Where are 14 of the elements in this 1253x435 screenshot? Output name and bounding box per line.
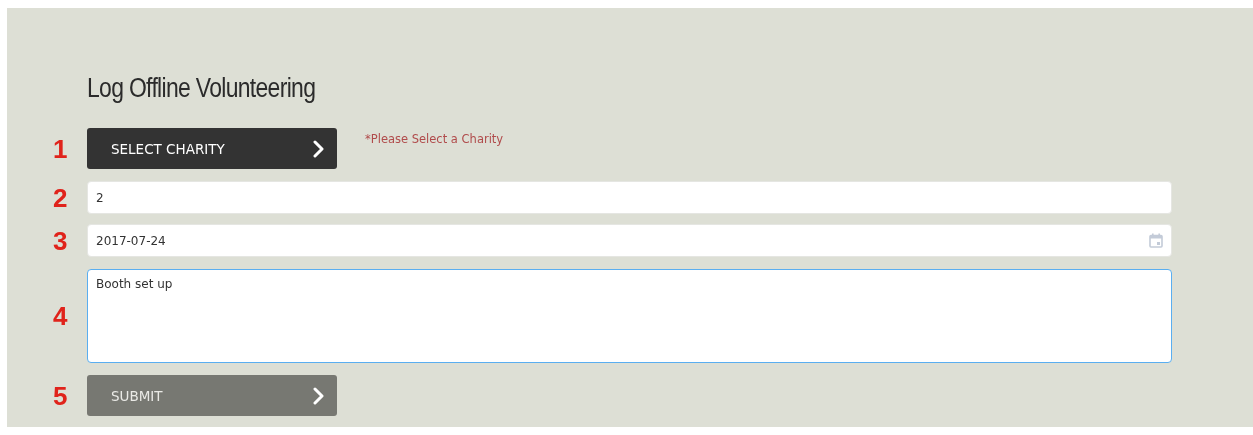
step-number: 4: [53, 303, 69, 329]
step-number: 1: [53, 135, 69, 162]
date-field[interactable]: 2017-07-24: [87, 224, 1172, 257]
page-title: Log Offline Volunteering: [87, 72, 317, 105]
chevron-right-icon: [313, 386, 325, 405]
calendar-icon[interactable]: [1149, 233, 1163, 248]
step-number: 2: [53, 184, 69, 211]
step-number: 3: [53, 227, 69, 254]
step-number: 5: [53, 382, 69, 409]
chevron-right-icon: [313, 139, 325, 158]
description-textarea[interactable]: Booth set up: [87, 269, 1172, 363]
action-button[interactable]: SELECT CHARITY: [87, 128, 337, 169]
validation-message: *Please Select a Charity: [365, 132, 504, 146]
hours-field[interactable]: 2: [87, 181, 1172, 214]
